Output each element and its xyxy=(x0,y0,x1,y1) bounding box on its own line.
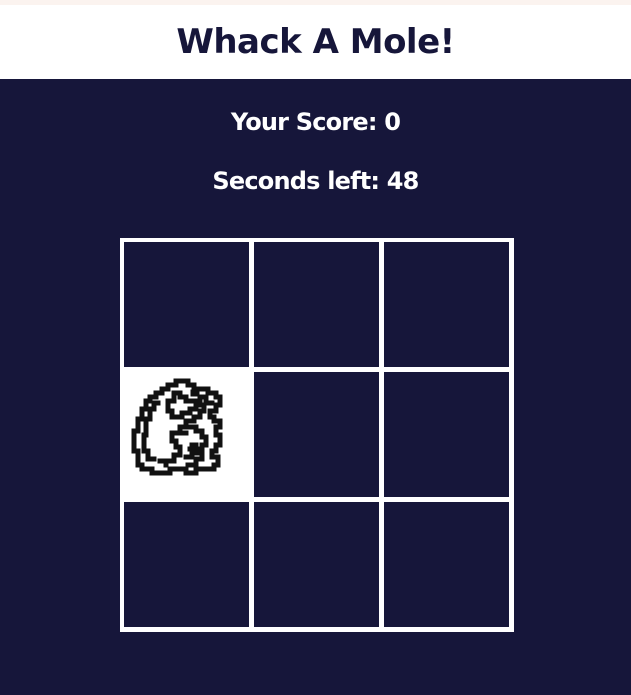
page-header: Whack A Mole! xyxy=(0,5,631,79)
grid-cell-6[interactable] xyxy=(384,372,509,497)
timer-label: Seconds left: xyxy=(212,167,387,195)
score-label: Your Score: xyxy=(230,108,385,136)
grid-cell-3[interactable] xyxy=(384,242,509,367)
grid-cell-4[interactable] xyxy=(124,372,249,497)
grid-cell-8[interactable] xyxy=(254,502,379,627)
timer-display: Seconds left: 48 xyxy=(0,167,631,195)
game-board xyxy=(120,238,514,632)
timer-value: 48 xyxy=(386,167,420,195)
page-title: Whack A Mole! xyxy=(176,22,455,62)
grid-cell-1[interactable] xyxy=(124,242,249,367)
mole-icon[interactable] xyxy=(130,375,234,479)
grid-cell-2[interactable] xyxy=(254,242,379,367)
grid-cell-5[interactable] xyxy=(254,372,379,497)
score-value: 0 xyxy=(384,108,401,136)
score-display: Your Score: 0 xyxy=(0,108,631,136)
grid-cell-7[interactable] xyxy=(124,502,249,627)
grid-cell-9[interactable] xyxy=(384,502,509,627)
